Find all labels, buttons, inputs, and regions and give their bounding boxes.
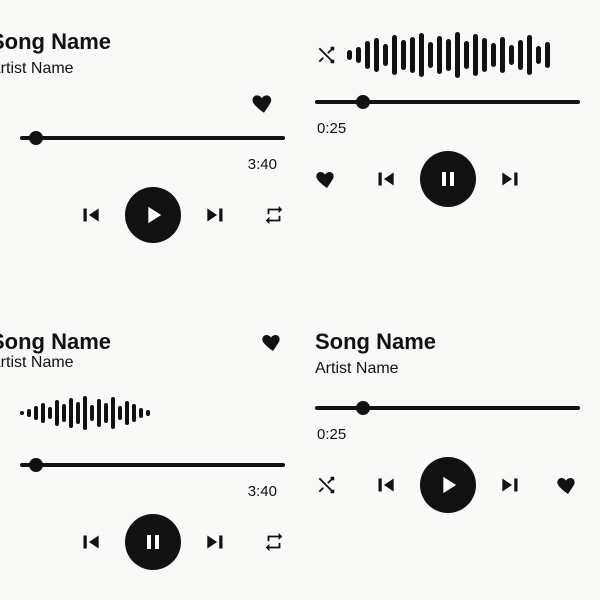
- progress-bar[interactable]: [315, 398, 580, 418]
- previous-button[interactable]: [77, 202, 103, 228]
- heart-icon[interactable]: [315, 167, 339, 191]
- previous-button[interactable]: [372, 166, 398, 192]
- artist-name: Artist Name: [0, 60, 285, 78]
- pause-button[interactable]: [420, 151, 476, 207]
- pause-button[interactable]: [125, 514, 181, 570]
- next-button[interactable]: [203, 202, 229, 228]
- artist-name: Artist Name: [0, 354, 111, 372]
- time-total: 3:40: [248, 156, 277, 173]
- player-top-left: Song Name Artist Name 3:40: [20, 30, 285, 270]
- previous-button[interactable]: [372, 472, 398, 498]
- heart-icon[interactable]: [261, 330, 285, 354]
- play-button[interactable]: [125, 187, 181, 243]
- next-button[interactable]: [498, 472, 524, 498]
- song-title: Song Name: [315, 330, 580, 354]
- player-bottom-left: Song Name Artist Name 3:40: [20, 330, 285, 570]
- artist-name: Artist Name: [315, 360, 580, 378]
- time-elapsed: 0:25: [317, 426, 346, 443]
- heart-icon[interactable]: [251, 90, 277, 116]
- time-elapsed: 0:25: [317, 120, 346, 137]
- next-button[interactable]: [498, 166, 524, 192]
- player-bottom-right: Song Name Artist Name 0:25: [315, 330, 580, 570]
- waveform: [347, 30, 580, 80]
- heart-icon[interactable]: [556, 473, 580, 497]
- player-top-right: 0:25: [315, 30, 580, 270]
- song-title: Song Name: [0, 30, 285, 54]
- repeat-icon[interactable]: [263, 531, 285, 553]
- next-button[interactable]: [203, 529, 229, 555]
- play-button[interactable]: [420, 457, 476, 513]
- waveform: [20, 384, 285, 443]
- time-total: 3:40: [248, 483, 277, 500]
- previous-button[interactable]: [77, 529, 103, 555]
- progress-bar[interactable]: [20, 455, 285, 475]
- progress-bar[interactable]: [20, 128, 285, 148]
- song-title: Song Name: [0, 330, 111, 354]
- shuffle-icon[interactable]: [315, 474, 337, 496]
- repeat-icon[interactable]: [263, 204, 285, 226]
- progress-bar[interactable]: [315, 92, 580, 112]
- shuffle-icon[interactable]: [315, 44, 337, 66]
